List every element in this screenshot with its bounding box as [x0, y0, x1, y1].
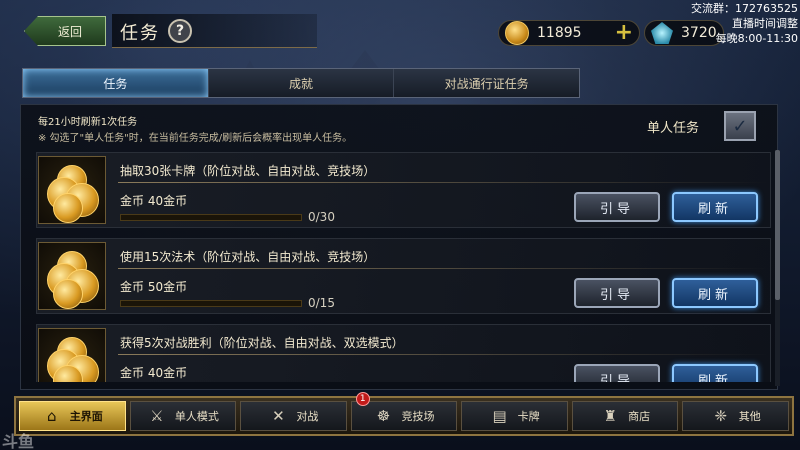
- solo-task-checkbox[interactable]: ✓: [724, 111, 756, 141]
- gem-value: 3720: [681, 25, 717, 41]
- help-icon[interactable]: ?: [168, 19, 192, 43]
- sword-icon: ⚔: [150, 407, 164, 425]
- stream-schedule-title: 直播时间调整: [732, 17, 798, 30]
- nav-item-shop[interactable]: ♜ 商店: [571, 401, 679, 431]
- task-progress-text: 0/30: [308, 210, 335, 224]
- home-icon: ⌂: [47, 407, 57, 425]
- tab-achievements[interactable]: 成就: [209, 69, 395, 97]
- nav-label: 单人模式: [174, 410, 219, 423]
- task-reward: 金币 40金币: [120, 194, 188, 208]
- scrollbar-thumb[interactable]: [775, 150, 780, 300]
- gold-coin-icon: [53, 279, 83, 309]
- nav-label: 主界面: [69, 410, 103, 423]
- task-reward: 金币 40金币: [120, 366, 188, 380]
- nav-label: 其他: [738, 410, 761, 423]
- back-button-label: 返回: [57, 24, 82, 39]
- task-title: 抽取30张卡牌（阶位对战、自由对战、竞技场）: [120, 164, 376, 178]
- nav-item-arena[interactable]: 1 ☸ 竞技场: [350, 392, 458, 431]
- guide-button[interactable]: 引导: [574, 192, 660, 222]
- task-row: 抽取30张卡牌（阶位对战、自由对战、竞技场） 金币 40金币 0/30 引导 刷…: [36, 152, 771, 236]
- nav-item-home[interactable]: ⌂ 主界面: [19, 401, 126, 431]
- refresh-button[interactable]: 刷新: [672, 192, 758, 222]
- add-gold-icon[interactable]: +: [615, 22, 633, 44]
- solo-note: ※ 勾选了"单人任务"时，在当前任务完成/刷新后会概率出现单人任务。: [38, 133, 353, 144]
- nav-item-sword[interactable]: ⚔ 单人模式: [129, 401, 237, 431]
- task-reward-icon: [38, 156, 106, 224]
- nav-item-crossed-swords[interactable]: ✕ 对战: [240, 401, 347, 431]
- nav-item-cards[interactable]: ▤ 卡牌: [461, 401, 568, 431]
- task-row: 获得5次对战胜利（阶位对战、自由对战、双选模式） 金币 40金币 引导 刷新: [36, 324, 771, 382]
- guide-button[interactable]: 引导: [574, 364, 660, 382]
- nav-label: 对战: [296, 410, 319, 423]
- tab-bar: 任务 成就 对战通行证任务: [22, 68, 580, 98]
- shop-icon: ♜: [603, 407, 617, 425]
- crossed-swords-icon: ✕: [272, 407, 285, 425]
- tab-battle-pass-tasks[interactable]: 对战通行证任务: [394, 69, 579, 97]
- nav-label: 商店: [628, 410, 651, 423]
- check-icon: ✓: [732, 115, 748, 137]
- crystal-icon: [651, 22, 673, 44]
- refresh-button[interactable]: 刷新: [672, 364, 758, 382]
- task-row: 使用15次法术（阶位对战、自由对战、竞技场） 金币 50金币 0/15 引导 刷…: [36, 238, 771, 322]
- task-title: 使用15次法术（阶位对战、自由对战、竞技场）: [120, 250, 376, 264]
- page-title: 任务: [120, 23, 160, 44]
- task-scrollbar[interactable]: [775, 150, 780, 386]
- back-button[interactable]: 返回: [24, 16, 106, 46]
- task-reward-icon: [38, 242, 106, 310]
- gold-counter: 11895 +: [498, 20, 640, 46]
- nav-label: 卡牌: [517, 410, 540, 423]
- gem-counter: 3720: [644, 20, 724, 46]
- watermark-logo: 斗鱼: [2, 432, 35, 450]
- task-reward-icon: [38, 328, 106, 382]
- task-list: 抽取30张卡牌（阶位对战、自由对战、竞技场） 金币 40金币 0/30 引导 刷…: [36, 152, 771, 382]
- cards-icon: ▤: [492, 407, 507, 425]
- tab-tasks[interactable]: 任务: [23, 69, 209, 97]
- stream-schedule-time: 每晚8:00-11:30: [715, 32, 798, 45]
- nav-item-other[interactable]: ❈ 其他: [682, 401, 790, 431]
- other-icon: ❈: [714, 407, 728, 425]
- divider: [118, 268, 768, 269]
- task-reward: 金币 50金币: [120, 280, 188, 294]
- divider: [118, 354, 768, 355]
- arena-icon: ☸: [376, 407, 391, 425]
- gold-coin-icon: [53, 193, 83, 223]
- refresh-note: 每21小时刷新1次任务: [38, 117, 138, 128]
- guide-button[interactable]: 引导: [574, 278, 660, 308]
- task-progress-bar: [120, 214, 302, 221]
- gold-coin-icon: [505, 21, 529, 45]
- task-progress-text: 0/15: [308, 296, 335, 310]
- task-title: 获得5次对战胜利（阶位对战、自由对战、双选模式）: [120, 336, 404, 350]
- nav-label: 竞技场: [401, 410, 435, 423]
- solo-task-label: 单人任务: [647, 121, 700, 136]
- divider: [118, 182, 768, 183]
- bottom-nav: ⌂ 主界面 ⚔ 单人模式 ✕ 对战 1 ☸ 竞技场 ▤ 卡牌 ♜ 商店 ❈ 其他: [14, 392, 794, 436]
- refresh-button[interactable]: 刷新: [672, 278, 758, 308]
- task-progress-bar: [120, 300, 302, 307]
- notification-badge: 1: [355, 392, 370, 406]
- gold-value: 11895: [537, 25, 582, 41]
- stream-group-text: 交流群：172763525: [691, 2, 798, 15]
